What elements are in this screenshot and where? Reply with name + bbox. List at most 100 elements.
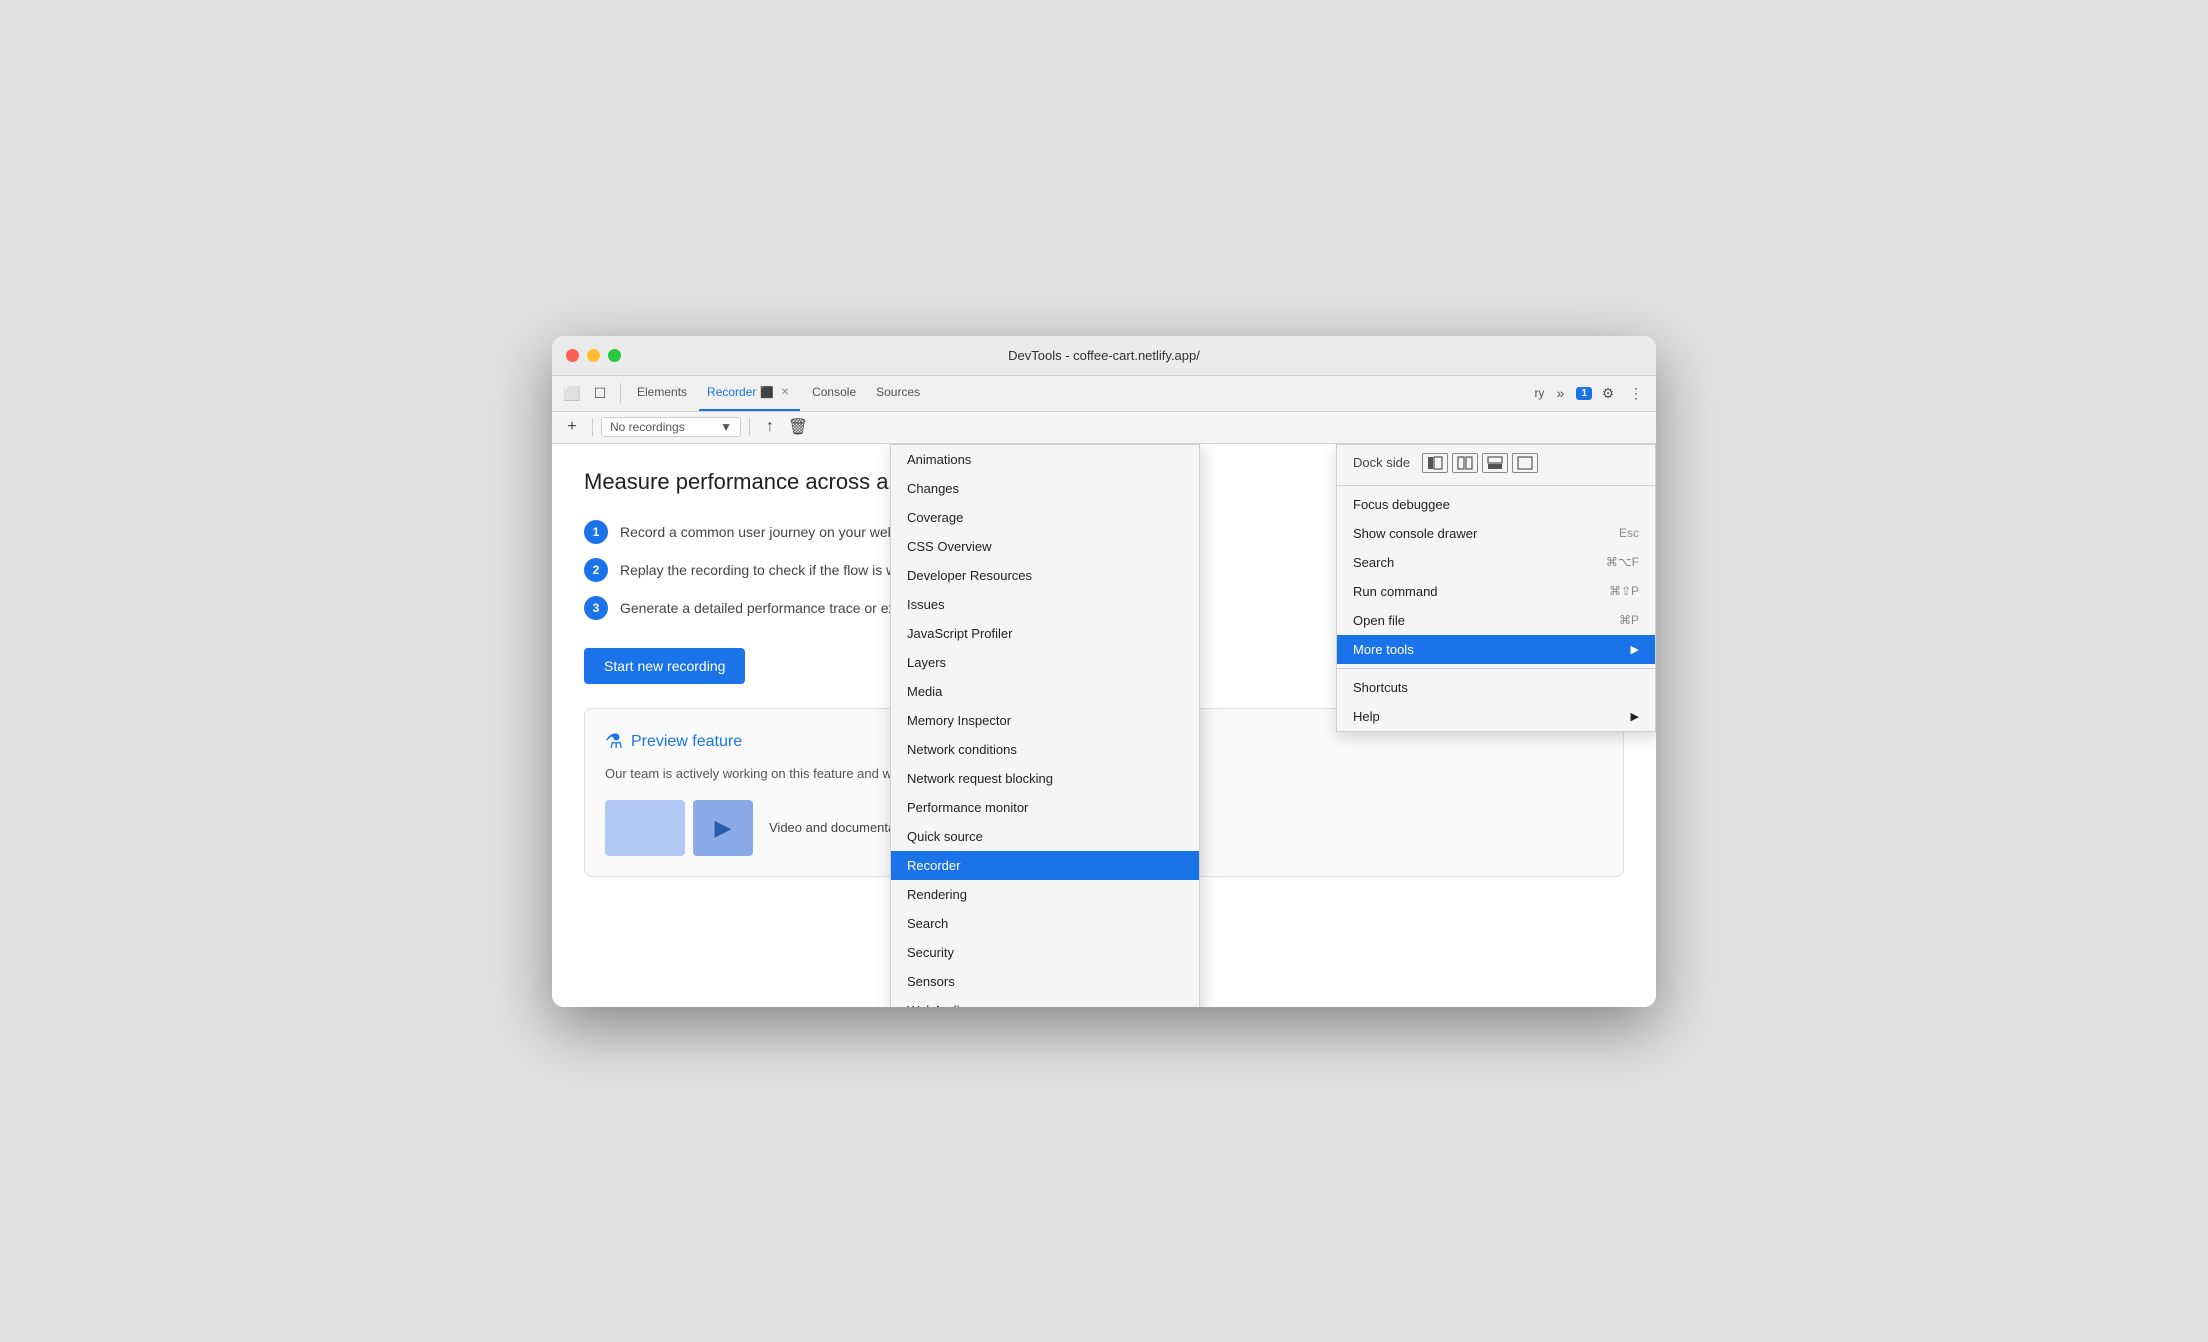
dock-right-split-icon[interactable] (1452, 453, 1478, 473)
issues-badge[interactable]: 1 (1576, 387, 1592, 400)
menu-item-animations-label: Animations (907, 452, 971, 467)
add-recording-button[interactable]: + (560, 415, 584, 439)
export-button[interactable]: ↑ (758, 415, 782, 439)
maximize-button[interactable] (608, 349, 621, 362)
menu-item-help[interactable]: Help ▶ (1337, 702, 1655, 731)
tab-console[interactable]: Console (804, 376, 864, 412)
menu-item-performance-monitor[interactable]: Performance monitor (891, 793, 1199, 822)
menu-divider-2 (1337, 668, 1655, 669)
devtools-window: DevTools - coffee-cart.netlify.app/ ⬜ ☐ … (552, 336, 1656, 1007)
menu-item-javascript-profiler[interactable]: JavaScript Profiler (891, 619, 1199, 648)
menu-item-show-console-drawer-label: Show console drawer (1353, 526, 1477, 541)
tab-bar: ⬜ ☐ Elements Recorder ⬛ ✕ Console Source… (552, 376, 1656, 412)
toolbar-sep-2 (749, 418, 750, 436)
menu-item-changes[interactable]: Changes (891, 474, 1199, 503)
recordings-select-label: No recordings (610, 420, 685, 434)
menu-item-sensors[interactable]: Sensors (891, 967, 1199, 996)
menu-item-developer-resources[interactable]: Developer Resources (891, 561, 1199, 590)
menu-item-developer-resources-label: Developer Resources (907, 568, 1032, 583)
menu-item-search[interactable]: Search (891, 909, 1199, 938)
tab-sources-label: Sources (876, 385, 920, 399)
start-recording-button[interactable]: Start new recording (584, 648, 745, 684)
menu-item-quick-source-label: Quick source (907, 829, 983, 844)
more-tabs-icon[interactable]: » (1548, 381, 1572, 405)
menu-item-coverage[interactable]: Coverage (891, 503, 1199, 532)
menu-item-search[interactable]: Search ⌘⌥F (1337, 548, 1655, 577)
traffic-lights (566, 349, 621, 362)
menu-item-media-label: Media (907, 684, 942, 699)
menu-item-recorder-label: Recorder (907, 858, 960, 873)
dock-left-icon[interactable] (1422, 453, 1448, 473)
dock-undocked-icon[interactable] (1512, 453, 1538, 473)
menu-item-layers-label: Layers (907, 655, 946, 670)
menu-item-javascript-profiler-label: JavaScript Profiler (907, 626, 1012, 641)
close-button[interactable] (566, 349, 579, 362)
search-shortcut: ⌘⌥F (1606, 555, 1639, 569)
minimize-button[interactable] (587, 349, 600, 362)
kebab-menu-icon[interactable]: ⋮ (1624, 381, 1648, 405)
menu-item-webaudio[interactable]: WebAudio (891, 996, 1199, 1007)
menu-item-issues-label: Issues (907, 597, 945, 612)
menu-divider-1 (1337, 485, 1655, 486)
recordings-select[interactable]: No recordings ▼ (601, 417, 741, 437)
menu-item-security[interactable]: Security (891, 938, 1199, 967)
menu-item-focus-debuggee-label: Focus debuggee (1353, 497, 1450, 512)
inspect-icon[interactable]: ⬜ (560, 381, 584, 405)
menu-item-shortcuts[interactable]: Shortcuts (1337, 673, 1655, 702)
recorder-icon: ⬛ (760, 386, 774, 399)
main-content: Measure performance across an entire use… (552, 444, 1656, 1007)
tab-console-label: Console (812, 385, 856, 399)
thumb-block-2: ▶ (693, 800, 753, 856)
step-number-1: 1 (584, 520, 608, 544)
menu-item-quick-source[interactable]: Quick source (891, 822, 1199, 851)
tab-recorder-close[interactable]: ✕ (778, 385, 792, 399)
preview-icon: ⚗ (605, 729, 623, 754)
menu-item-search-label: Search (1353, 555, 1394, 570)
step-text-2: Replay the recording to check if the flo… (620, 558, 934, 581)
menu-item-css-overview-label: CSS Overview (907, 539, 992, 554)
settings-icon[interactable]: ⚙ (1596, 381, 1620, 405)
menu-item-network-conditions-label: Network conditions (907, 742, 1017, 757)
menu-item-recorder[interactable]: Recorder (891, 851, 1199, 880)
menu-item-css-overview[interactable]: CSS Overview (891, 532, 1199, 561)
more-tabs-label: ry (1534, 386, 1544, 400)
menu-item-layers[interactable]: Layers (891, 648, 1199, 677)
menu-item-rendering-label: Rendering (907, 887, 967, 902)
menu-item-memory-inspector-label: Memory Inspector (907, 713, 1011, 728)
menu-item-open-file[interactable]: Open file ⌘P (1337, 606, 1655, 635)
tab-recorder[interactable]: Recorder ⬛ ✕ (699, 376, 800, 412)
dock-side-label: Dock side (1353, 455, 1410, 470)
tab-recorder-label: Recorder (707, 385, 756, 399)
menu-item-rendering[interactable]: Rendering (891, 880, 1199, 909)
toolbar-sep-1 (592, 418, 593, 436)
menu-item-performance-monitor-label: Performance monitor (907, 800, 1028, 815)
menu-item-media[interactable]: Media (891, 677, 1199, 706)
step-number-2: 2 (584, 558, 608, 582)
window-title: DevTools - coffee-cart.netlify.app/ (1008, 348, 1200, 363)
delete-button[interactable]: 🗑 (786, 415, 810, 439)
menu-item-more-tools[interactable]: More tools ▶ (1337, 635, 1655, 664)
menu-item-show-console-drawer[interactable]: Show console drawer Esc (1337, 519, 1655, 548)
menu-item-focus-debuggee[interactable]: Focus debuggee (1337, 490, 1655, 519)
menu-item-run-command[interactable]: Run command ⌘⇧P (1337, 577, 1655, 606)
preview-title: Preview feature (631, 733, 742, 751)
open-file-shortcut: ⌘P (1619, 613, 1639, 627)
menu-item-animations[interactable]: Animations (891, 445, 1199, 474)
menu-item-network-conditions[interactable]: Network conditions (891, 735, 1199, 764)
step-number-3: 3 (584, 596, 608, 620)
dock-side-section: Dock side (1337, 445, 1655, 481)
show-console-drawer-shortcut: Esc (1619, 526, 1639, 540)
menu-item-webaudio-label: WebAudio (907, 1003, 967, 1007)
menu-item-more-tools-label: More tools (1353, 642, 1414, 657)
device-icon[interactable]: ☐ (588, 381, 612, 405)
main-menu-dropdown: Dock side (1336, 444, 1656, 732)
tab-elements[interactable]: Elements (629, 376, 695, 412)
dock-bottom-icon[interactable] (1482, 453, 1508, 473)
menu-item-run-command-label: Run command (1353, 584, 1438, 599)
tab-sources[interactable]: Sources (868, 376, 928, 412)
more-tools-arrow-icon: ▶ (1631, 643, 1639, 656)
more-tools-dropdown: Animations Changes Coverage CSS Overview… (890, 444, 1200, 1007)
menu-item-issues[interactable]: Issues (891, 590, 1199, 619)
menu-item-network-request-blocking[interactable]: Network request blocking (891, 764, 1199, 793)
menu-item-memory-inspector[interactable]: Memory Inspector (891, 706, 1199, 735)
